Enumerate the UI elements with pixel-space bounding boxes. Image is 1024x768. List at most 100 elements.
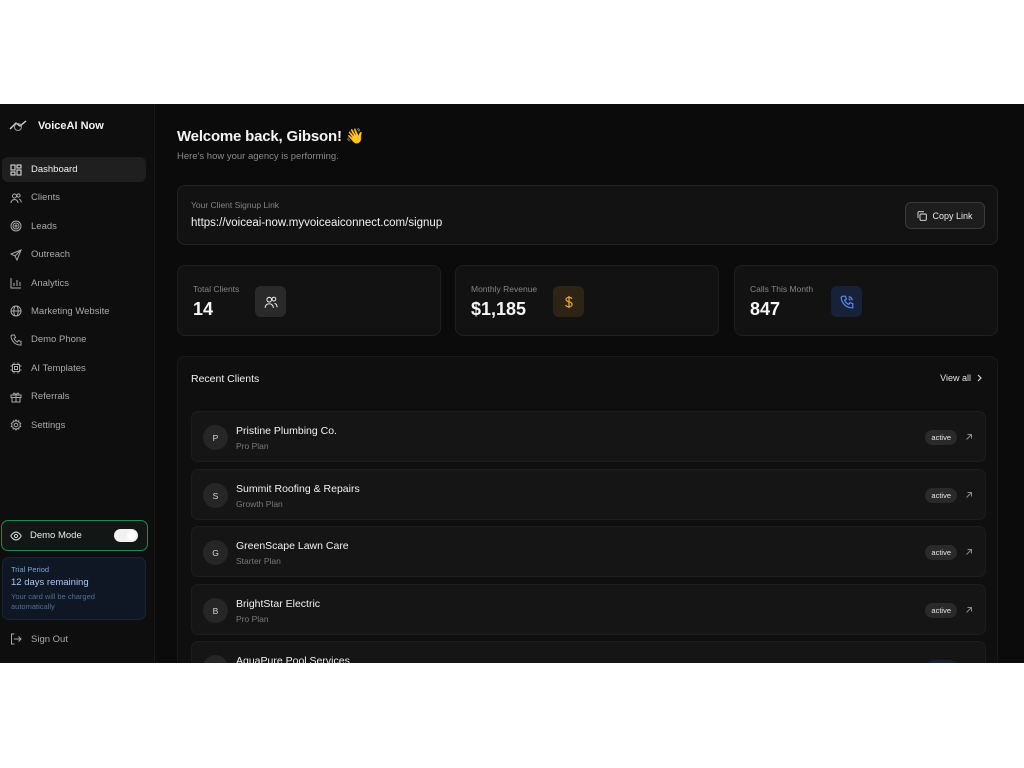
dollar-icon <box>553 286 584 317</box>
stat-value: 14 <box>193 299 214 319</box>
sidebar-item-settings[interactable]: Settings <box>2 413 146 438</box>
eye-icon <box>10 530 22 541</box>
target-icon <box>10 220 22 232</box>
gift-icon <box>10 392 22 403</box>
sidebar-item-label: Marketing Website <box>31 305 110 317</box>
sidebar-item-label: Settings <box>31 419 66 431</box>
stat-card-total-clients: Total Clients 14 <box>177 265 441 336</box>
app-window: VoiceAI Now Dashboard Clients Leads Outr… <box>0 104 1024 663</box>
sign-out-button[interactable]: Sign Out <box>10 633 68 645</box>
external-link-icon[interactable] <box>964 490 974 500</box>
dashboard-icon <box>10 164 22 175</box>
sidebar-item-outreach[interactable]: Outreach <box>2 242 146 267</box>
sidebar-item-label: Analytics <box>31 277 70 289</box>
stat-label: Monthly Revenue <box>471 284 538 294</box>
sidebar-item-label: Leads <box>31 220 57 232</box>
demo-mode-panel: Demo Mode <box>1 520 148 551</box>
brand[interactable]: VoiceAI Now <box>8 118 104 134</box>
users-icon <box>255 286 286 317</box>
brand-logo-icon <box>8 118 28 134</box>
client-plan: Growth Plan <box>236 499 283 509</box>
phone-call-icon <box>831 286 862 317</box>
stat-label: Calls This Month <box>750 284 814 294</box>
client-row[interactable]: G GreenScape Lawn Care Starter Plan acti… <box>191 526 986 577</box>
demo-mode-toggle[interactable] <box>114 529 138 542</box>
sidebar-item-label: AI Templates <box>31 362 86 374</box>
trial-days-remaining: 12 days remaining <box>11 577 89 588</box>
users-icon <box>10 193 22 203</box>
status-badge: active <box>925 603 957 618</box>
external-link-icon[interactable] <box>964 432 974 442</box>
stat-value: $1,185 <box>471 299 527 319</box>
signup-link-label: Your Client Signup Link <box>191 200 280 210</box>
signup-link-url[interactable]: https://voiceai-now.myvoiceaiconnect.com… <box>191 217 442 229</box>
client-name: BrightStar Electric <box>236 598 321 610</box>
page-subtitle: Here's how your agency is performing. <box>177 151 339 162</box>
send-icon <box>10 248 22 261</box>
client-avatar <box>203 655 228 663</box>
client-avatar: B <box>203 598 228 623</box>
client-avatar: S <box>203 483 228 508</box>
client-row[interactable]: S Summit Roofing & Repairs Growth Plan a… <box>191 469 986 520</box>
client-name: Summit Roofing & Repairs <box>236 483 360 495</box>
client-plan: Starter Plan <box>236 556 281 566</box>
bar-chart-icon <box>10 278 21 289</box>
trial-note: Your card will be charged automatically <box>11 592 95 611</box>
gear-icon <box>10 419 22 431</box>
signup-link-card: Your Client Signup Link https://voiceai-… <box>177 185 998 245</box>
sidebar-item-demo-phone[interactable]: Demo Phone <box>2 327 146 352</box>
stat-value: 847 <box>750 299 781 319</box>
recent-clients-panel: Recent Clients View all P Pristine Plumb… <box>177 356 998 663</box>
sidebar-item-referrals[interactable]: Referrals <box>2 384 146 409</box>
client-plan: Pro Plan <box>236 441 269 451</box>
copy-link-label: Copy Link <box>932 210 973 221</box>
sign-out-label: Sign Out <box>31 633 68 645</box>
client-row[interactable]: P Pristine Plumbing Co. Pro Plan active <box>191 411 986 462</box>
client-name: AquaPure Pool Services <box>236 655 350 663</box>
client-name: Pristine Plumbing Co. <box>236 425 337 437</box>
sidebar-item-ai-templates[interactable]: AI Templates <box>2 356 146 381</box>
copy-link-button[interactable]: Copy Link <box>905 202 985 229</box>
status-badge: active <box>925 488 957 503</box>
sidebar-item-clients[interactable]: Clients <box>2 185 146 210</box>
cpu-icon <box>10 362 22 374</box>
log-out-icon <box>11 633 22 645</box>
sidebar-item-leads[interactable]: Leads <box>2 214 146 239</box>
sidebar-item-marketing-website[interactable]: Marketing Website <box>2 299 146 324</box>
phone-icon <box>10 334 22 346</box>
status-badge <box>927 660 957 663</box>
copy-icon <box>918 210 928 221</box>
client-avatar: P <box>203 425 228 450</box>
sidebar-item-label: Clients <box>31 192 61 204</box>
demo-mode-label: Demo Mode <box>30 530 82 541</box>
trial-period-card: Trial Period 12 days remaining Your card… <box>2 557 146 620</box>
client-plan: Pro Plan <box>236 614 269 624</box>
status-badge: active <box>925 430 957 445</box>
sidebar-item-label: Referrals <box>31 391 70 403</box>
client-avatar: G <box>203 540 228 565</box>
recent-clients-title: Recent Clients <box>191 373 260 385</box>
sidebar-item-label: Demo Phone <box>31 334 87 346</box>
globe-icon <box>10 305 22 317</box>
main-content: Welcome back, Gibson! 👋 Here's how your … <box>155 104 1024 663</box>
client-row[interactable]: B BrightStar Electric Pro Plan active <box>191 584 986 635</box>
page-title: Welcome back, Gibson! 👋 <box>177 128 365 145</box>
sidebar: VoiceAI Now Dashboard Clients Leads Outr… <box>0 104 155 663</box>
chevron-right-icon <box>977 374 982 382</box>
client-name: GreenScape Lawn Care <box>236 540 349 552</box>
stat-label: Total Clients <box>193 284 240 294</box>
stat-card-calls-this-month: Calls This Month 847 <box>734 265 998 336</box>
external-link-icon[interactable] <box>964 547 974 557</box>
sidebar-item-label: Dashboard <box>31 164 78 175</box>
external-link-icon[interactable] <box>964 605 974 615</box>
sidebar-item-dashboard[interactable]: Dashboard <box>2 157 146 182</box>
client-row[interactable]: AquaPure Pool Services <box>191 641 986 663</box>
sidebar-nav: Dashboard Clients Leads Outreach Analyti… <box>2 157 146 441</box>
sidebar-item-analytics[interactable]: Analytics <box>2 271 146 296</box>
view-all-label: View all <box>940 373 971 383</box>
view-all-link[interactable]: View all <box>940 373 983 383</box>
brand-name: VoiceAI Now <box>38 120 104 132</box>
trial-label: Trial Period <box>11 565 50 574</box>
stat-card-monthly-revenue: Monthly Revenue $1,185 <box>455 265 719 336</box>
sidebar-item-label: Outreach <box>31 249 71 261</box>
